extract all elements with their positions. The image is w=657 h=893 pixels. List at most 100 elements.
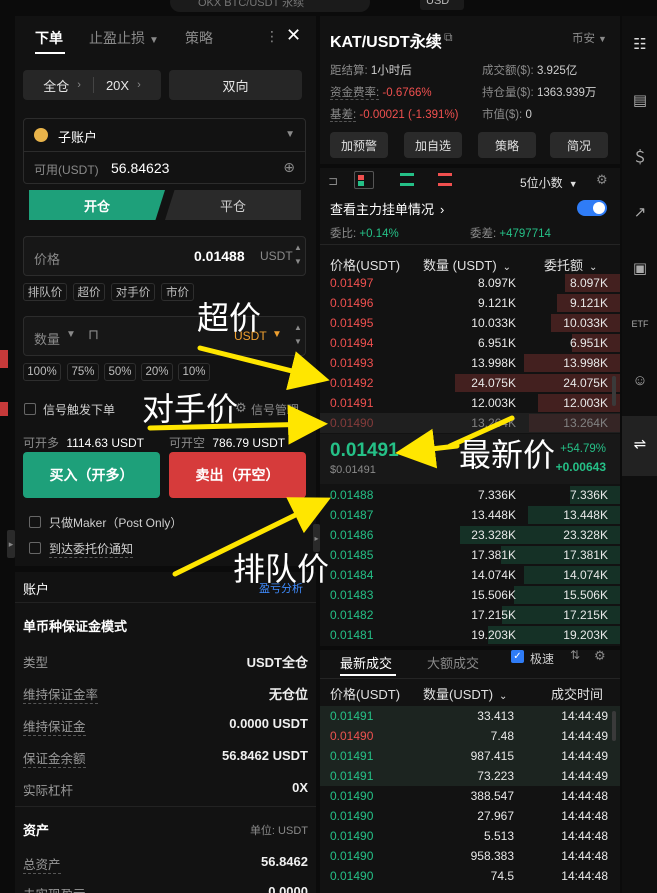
trade-time: 14:44:49 (561, 709, 608, 723)
close-icon[interactable]: ✕ (286, 25, 301, 46)
layout-both-icon[interactable] (354, 171, 374, 189)
notify-label: 到达委托价通知 (49, 542, 134, 558)
stepper-icon[interactable]: ▲ ▼ (294, 241, 302, 269)
ask-row[interactable]: 0.01491 12.003K 12.003K (320, 393, 620, 413)
tab-large-trades[interactable]: 大额成交 (427, 653, 479, 672)
bid-row[interactable]: 0.01481 19.203K 19.203K (320, 625, 620, 645)
chip-pct-100[interactable]: 100% (23, 363, 61, 381)
chip-pct-10[interactable]: 10% (178, 363, 210, 381)
fast-checkbox[interactable]: ✓ (511, 650, 524, 663)
bid-row[interactable]: 0.01484 14.074K 14.074K (320, 565, 620, 585)
change-percent: +54.79% (560, 443, 606, 455)
tab-order[interactable]: 下单 (35, 28, 63, 48)
notify-checkbox[interactable] (29, 542, 41, 554)
ask-row[interactable]: 0.01492 24.075K 24.075K (320, 373, 620, 393)
tab-tpsl[interactable]: 止盈止损 ▼ (89, 28, 159, 48)
chip-over-price[interactable]: 超价 (73, 283, 105, 301)
bid-row[interactable]: 0.01487 13.448K 13.448K (320, 505, 620, 525)
ask-row[interactable]: 0.01497 8.097K 8.097K (320, 273, 620, 293)
price-input[interactable]: 价格 0.01488 USDT ▲ ▼ (23, 236, 306, 276)
ratio-value: +0.14% (359, 228, 399, 240)
annotation-counter-price: 对手价 (142, 390, 239, 428)
pop-out-icon[interactable]: ⊐ (328, 174, 338, 188)
layout-asks-icon[interactable] (438, 173, 452, 186)
bid-qty: 23.328K (471, 528, 516, 542)
row-type-label: 类型 (23, 656, 49, 670)
chart-line-icon[interactable]: ↗ (630, 202, 650, 222)
exchange-selector[interactable]: 币安 ▼ (572, 30, 607, 46)
strategy-button[interactable]: 策略 (478, 132, 536, 158)
currency-select[interactable]: USD (420, 0, 464, 10)
quantity-input[interactable]: 数量 ▼ ⊓ USDT ▼ ▲ ▼ (23, 316, 306, 356)
bid-qty: 15.506K (471, 588, 516, 602)
chip-counter-price[interactable]: 对手价 (111, 283, 155, 301)
decimal-selector[interactable]: 5位小数 ▼ (520, 174, 578, 191)
settings-icon[interactable]: ⚙ (596, 172, 608, 188)
trade-price: 0.01491 (330, 749, 374, 763)
layout-bids-icon[interactable] (400, 173, 414, 186)
ob-header-total[interactable]: 委托额 ⌄ (544, 255, 597, 274)
chip-market-price[interactable]: 市价 (161, 283, 194, 301)
divider (320, 164, 620, 168)
diff-label: 委差: (470, 228, 497, 240)
chip-queue-price[interactable]: 排队价 (23, 283, 67, 301)
main-orders-toggle[interactable] (577, 200, 607, 216)
signal-manage-link[interactable]: 信号管理 (251, 401, 299, 418)
dollar-icon[interactable]: ＄ (630, 146, 650, 166)
ask-total: 9.121K (569, 296, 608, 310)
bid-row[interactable]: 0.01486 23.328K 23.328K (320, 525, 620, 545)
bid-row[interactable]: 0.01485 17.381K 17.381K (320, 545, 620, 565)
tab-latest-trades[interactable]: 最新成交 (340, 653, 392, 672)
row-balance-value: 56.8462 USDT (222, 748, 308, 763)
trade-header-time: 成交时间 (551, 687, 604, 702)
copy-icon[interactable]: ⧉ (444, 30, 453, 45)
add-circle-icon[interactable]: ⊕ (283, 159, 295, 176)
collapse-handle-left[interactable]: ▸ (7, 530, 15, 558)
bid-price: 0.01487 (330, 508, 374, 522)
filter-icon[interactable]: ⇅ (570, 648, 580, 662)
main-orders-link[interactable]: 查看主力挂单情况 › (330, 199, 444, 218)
robot-icon[interactable]: ☺ (630, 370, 650, 390)
trade-price: 0.01490 (330, 729, 374, 743)
add-alert-button[interactable]: 加预警 (330, 132, 388, 158)
subaccount-box[interactable]: 子账户 ▼ 可用(USDT) 56.84623 ⊕ (23, 118, 306, 184)
basis-value: -0.00021 (-1.391%) (359, 109, 459, 121)
ask-row[interactable]: 0.01494 6.951K 6.951K (320, 333, 620, 353)
bid-row[interactable]: 0.01483 15.506K 15.506K (320, 585, 620, 605)
swap-icon[interactable]: ⇌ (630, 434, 650, 454)
sell-short-button[interactable]: 卖出（开空） (169, 452, 306, 498)
ask-row[interactable]: 0.01493 13.998K 13.998K (320, 353, 620, 373)
document-icon[interactable]: ▤ (630, 90, 650, 110)
chip-pct-75[interactable]: 75% (67, 363, 99, 381)
overview-button[interactable]: 简况 (550, 132, 608, 158)
scrollbar[interactable] (612, 376, 616, 406)
chip-pct-50[interactable]: 50% (104, 363, 136, 381)
monitor-chart-icon[interactable]: ▣ (630, 258, 650, 278)
trade-header-qty[interactable]: 数量(USDT) ⌄ (423, 684, 507, 703)
etf-icon[interactable]: ETF (630, 314, 650, 334)
orderbook-icon[interactable]: ☷ (630, 34, 650, 54)
more-icon[interactable]: ⋮ (265, 28, 279, 45)
lock-icon[interactable]: ⊓ (88, 326, 99, 343)
close-tab[interactable]: 平仓 (165, 190, 301, 220)
ask-row[interactable]: 0.01495 10.033K 10.033K (320, 313, 620, 333)
top-search-input[interactable]: OKX BTC/USDT 永续 (170, 0, 370, 12)
chip-pct-20[interactable]: 20% (141, 363, 173, 381)
margin-leverage-selector[interactable]: 全仓 › 20X › (23, 70, 161, 100)
open-tab[interactable]: 开仓 (29, 190, 165, 220)
bid-total: 15.506K (563, 588, 608, 602)
tab-strategy[interactable]: 策略 (185, 28, 213, 48)
settings-icon[interactable]: ⚙ (594, 648, 606, 664)
position-mode-button[interactable]: 双向 (169, 70, 302, 100)
maker-only-checkbox[interactable] (29, 516, 41, 528)
ob-header-qty[interactable]: 数量 (USDT) ⌄ (423, 255, 511, 274)
add-favorite-button[interactable]: 加自选 (404, 132, 462, 158)
bid-row[interactable]: 0.01482 17.215K 17.215K (320, 605, 620, 625)
trigger-order-checkbox[interactable] (24, 403, 36, 415)
bid-row[interactable]: 0.01488 7.336K 7.336K (320, 485, 620, 505)
ask-row[interactable]: 0.01496 9.121K 9.121K (320, 293, 620, 313)
basis-label: 基差: (330, 109, 357, 122)
stepper-icon[interactable]: ▲ ▼ (294, 321, 302, 349)
buy-long-button[interactable]: 买入（开多） (23, 452, 160, 498)
scrollbar[interactable] (612, 711, 616, 741)
